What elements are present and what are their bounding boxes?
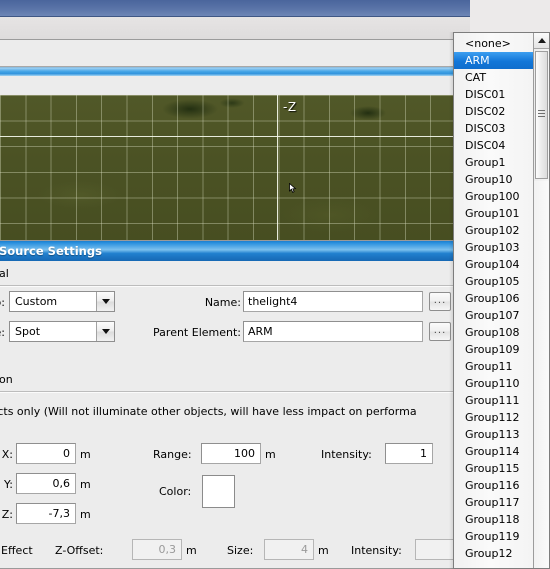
- dropdown-item[interactable]: Group112: [454, 409, 533, 426]
- dialog-title: Source Settings: [0, 241, 469, 261]
- unit-position-y: m: [80, 478, 91, 491]
- dropdown-item[interactable]: DISC01: [454, 86, 533, 103]
- application-window: -Z Source Settings al p: Custom e: Spot …: [0, 0, 550, 569]
- label-halo-intensity: Intensity:: [351, 544, 402, 557]
- dropdown-item[interactable]: Group105: [454, 273, 533, 290]
- unit-position-z: m: [80, 508, 91, 521]
- dropdown-item[interactable]: Group10: [454, 171, 533, 188]
- range-input[interactable]: 100: [201, 443, 261, 464]
- viewport-axis-vertical: [277, 95, 278, 241]
- group-header-illumination: on: [0, 373, 13, 386]
- chevron-down-icon[interactable]: [96, 292, 114, 311]
- viewport-grid: [0, 95, 455, 241]
- application-titlebar: [0, 0, 470, 17]
- panel-gap-strip: [0, 76, 470, 94]
- label-position-z: s Z:: [0, 508, 13, 521]
- dropdown-item[interactable]: Group104: [454, 256, 533, 273]
- label-size: Size:: [227, 544, 254, 557]
- label-halo-effect: alo Effect: [0, 544, 33, 557]
- color-swatch-button[interactable]: [202, 475, 235, 508]
- dropdown-item[interactable]: DISC03: [454, 120, 533, 137]
- unit-range: m: [265, 448, 276, 461]
- chevron-down-icon[interactable]: [96, 322, 114, 341]
- dropdown-item[interactable]: Group116: [454, 477, 533, 494]
- dropdown-item[interactable]: Group1: [454, 154, 533, 171]
- name-browse-button[interactable]: ...: [429, 292, 451, 311]
- label-z-offset: Z-Offset:: [55, 544, 104, 557]
- mouse-cursor-icon: [289, 183, 297, 193]
- dropdown-item[interactable]: Group111: [454, 392, 533, 409]
- parent-element-input[interactable]: ARM: [243, 321, 423, 342]
- dropdown-item[interactable]: Group108: [454, 324, 533, 341]
- axis-label-negative-z: -Z: [283, 100, 297, 114]
- parent-element-dropdown[interactable]: <none> ARM CAT DISC01 DISC02 DISC03 DISC04 Grou…: [453, 32, 550, 569]
- dropdown-item[interactable]: CAT: [454, 69, 533, 86]
- dropdown-item[interactable]: DISC02: [454, 103, 533, 120]
- 3d-viewport[interactable]: -Z: [0, 95, 455, 241]
- z-offset-input[interactable]: 0,3: [132, 539, 182, 560]
- intensity-input[interactable]: 1: [385, 443, 433, 464]
- type-combobox-value: Custom: [15, 295, 58, 308]
- dropdown-item[interactable]: Group110: [454, 375, 533, 392]
- dropdown-list[interactable]: <none> ARM CAT DISC01 DISC02 DISC03 DISC04 Grou…: [454, 33, 533, 568]
- dropdown-item[interactable]: Group114: [454, 443, 533, 460]
- scroll-up-arrow-icon[interactable]: [534, 33, 549, 49]
- toolbar-strip-lower[interactable]: [0, 40, 470, 67]
- light-source-settings-dialog: Source Settings al p: Custom e: Spot Nam…: [0, 240, 470, 569]
- position-x-input[interactable]: 0: [16, 443, 76, 464]
- dropdown-item[interactable]: Group101: [454, 205, 533, 222]
- dropdown-item[interactable]: Group109: [454, 341, 533, 358]
- dropdown-item[interactable]: Group102: [454, 222, 533, 239]
- label-parent-element: Parent Element:: [153, 326, 241, 339]
- dropdown-item[interactable]: Group117: [454, 494, 533, 511]
- scrollbar-thumb[interactable]: [535, 51, 548, 179]
- group-rule-illumination: [0, 391, 463, 393]
- dropdown-item[interactable]: ARM: [454, 52, 533, 69]
- dropdown-item[interactable]: Group100: [454, 188, 533, 205]
- position-y-input[interactable]: 0,6: [16, 473, 76, 494]
- dropdown-item[interactable]: Group11: [454, 358, 533, 375]
- scrollbar-track[interactable]: [534, 181, 549, 568]
- mode-combobox-value: Spot: [15, 325, 41, 338]
- position-z-input[interactable]: -7,3: [16, 503, 76, 524]
- name-input[interactable]: thelight4: [243, 291, 423, 312]
- group-rule-general: [0, 285, 463, 287]
- size-input[interactable]: 4: [264, 539, 314, 560]
- dropdown-scrollbar[interactable]: [533, 33, 549, 568]
- dropdown-item[interactable]: Group12: [454, 545, 533, 562]
- parent-element-browse-button[interactable]: ...: [429, 322, 451, 341]
- dropdown-item[interactable]: Group106: [454, 290, 533, 307]
- dropdown-item[interactable]: Group118: [454, 511, 533, 528]
- label-position-y: s Y:: [0, 478, 13, 491]
- label-intensity: Intensity:: [321, 448, 372, 461]
- dropdown-item[interactable]: Group103: [454, 239, 533, 256]
- unit-position-x: m: [80, 448, 91, 461]
- dropdown-item[interactable]: Group115: [454, 460, 533, 477]
- viewport-axis-horizontal: [0, 136, 455, 137]
- label-name: Name:: [204, 296, 241, 309]
- dropdown-item[interactable]: <none>: [454, 35, 533, 52]
- dropdown-item[interactable]: DISC04: [454, 137, 533, 154]
- mode-combobox[interactable]: Spot: [9, 321, 115, 342]
- scrollbar-grip-icon: [538, 110, 545, 117]
- unit-size: m: [318, 544, 329, 557]
- label-mode: e:: [0, 326, 5, 339]
- illumination-hint-text: ffects only (Will not illuminate other o…: [0, 405, 417, 418]
- label-position-x: s X:: [0, 448, 13, 461]
- type-combobox[interactable]: Custom: [9, 291, 115, 312]
- dropdown-item[interactable]: Group113: [454, 426, 533, 443]
- label-range: Range:: [153, 448, 192, 461]
- unit-z-offset: m: [186, 544, 197, 557]
- label-color: Color:: [159, 485, 192, 498]
- dropdown-item[interactable]: Group107: [454, 307, 533, 324]
- dropdown-item[interactable]: Group119: [454, 528, 533, 545]
- group-header-general: al: [0, 267, 9, 280]
- label-type: p:: [0, 296, 5, 309]
- toolbar-strip-upper[interactable]: [0, 17, 470, 40]
